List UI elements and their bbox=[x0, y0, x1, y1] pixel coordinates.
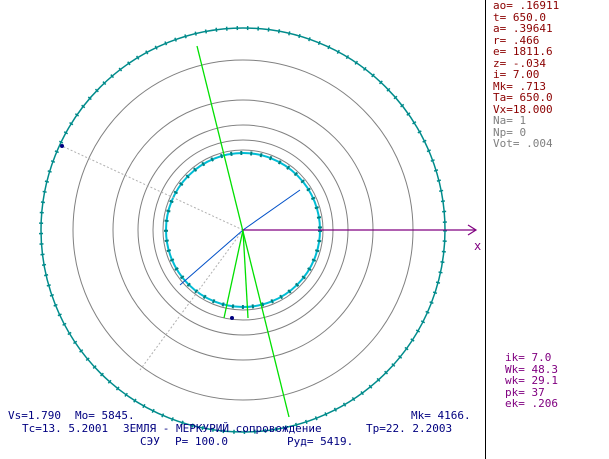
status-power: P= 100.0 bbox=[175, 435, 228, 448]
panel-divider bbox=[485, 0, 486, 459]
status-vs: Vs=1.790 bbox=[8, 409, 61, 422]
status-mk: Mk= 4166. bbox=[411, 409, 471, 422]
param-line-6: i= 7.00 bbox=[493, 68, 540, 81]
status-tc: Tc=13. 5.2001 bbox=[22, 422, 109, 435]
x-axis-label: x bbox=[474, 239, 481, 253]
status-mission: ЗЕМЛЯ - МЕРКУРИЙ сопровождение bbox=[123, 422, 322, 435]
orbit-parameters-bottom: ik= 7.0 Wk= 48.3 wk= 29.1 pk= 37 ek= .206 bbox=[505, 352, 558, 410]
status-rud: Руд= 5419. bbox=[287, 435, 354, 448]
param-bottom-line-0: ik= 7.0 bbox=[505, 351, 552, 364]
param-line-12: Vot= .004 bbox=[493, 137, 553, 150]
param-bottom-line-2: wk= 29.1 bbox=[505, 374, 558, 387]
spacecraft-vector bbox=[242, 189, 301, 231]
param-line-10: Na= 1 bbox=[493, 114, 527, 127]
planet-marker bbox=[230, 316, 234, 320]
param-line-4: e= 1811.6 bbox=[493, 45, 553, 58]
status-seu: СЭУ bbox=[140, 435, 160, 448]
param-line-2: a= .39641 bbox=[493, 22, 553, 35]
param-line-0: ao= .16911 bbox=[493, 0, 560, 12]
status-tp: Tp=22. 2.2003 bbox=[366, 422, 453, 435]
planet-marker bbox=[60, 144, 64, 148]
orbit-parameters: ao= .16911 t= 650.0 a= .39641 r= .466 e= 181… bbox=[493, 0, 559, 150]
status-mo: Mo= 5845. bbox=[75, 409, 135, 422]
param-bottom-line-4: ek= .206 bbox=[505, 397, 558, 410]
param-line-8: Ta= 650.0 bbox=[493, 91, 553, 104]
